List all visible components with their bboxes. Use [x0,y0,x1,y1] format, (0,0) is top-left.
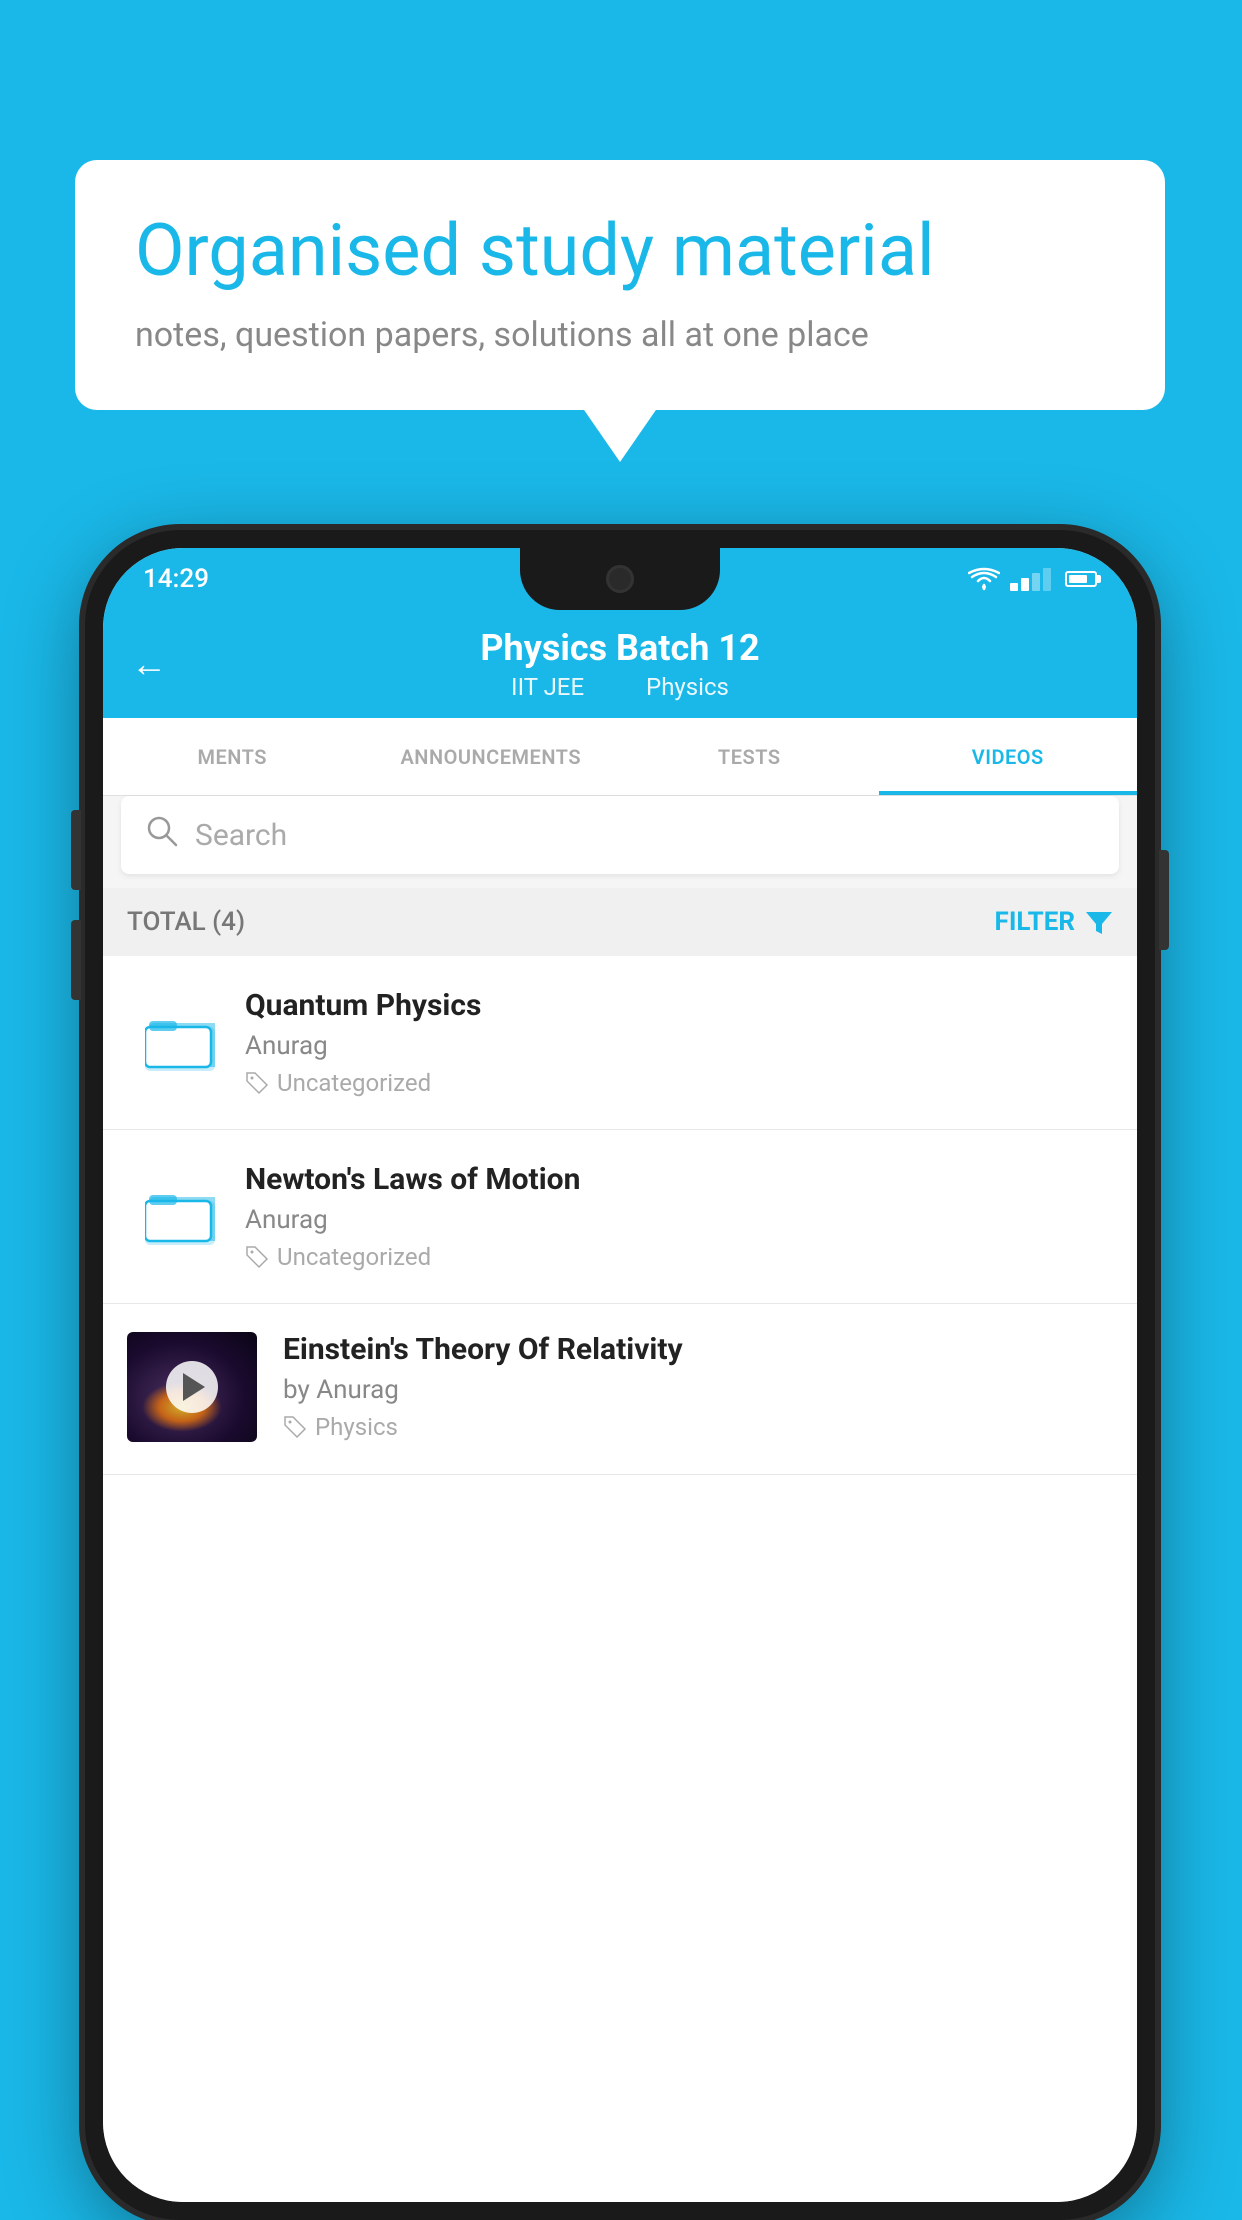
signal-bars [1010,568,1051,591]
video-item-1[interactable]: Quantum Physics Anurag Uncategorized [103,956,1137,1130]
wifi-icon [968,567,1000,591]
back-button[interactable]: ← [131,643,167,685]
tag-icon-2 [245,1245,269,1269]
folder-icon-1 [141,1004,219,1082]
folder-icon-2 [141,1178,219,1256]
video-tag-1: Uncategorized [245,1069,1113,1097]
video-info-1: Quantum Physics Anurag Uncategorized [245,988,1113,1097]
play-button-3[interactable] [166,1361,218,1413]
camera [606,565,634,593]
tab-bar: MENTS ANNOUNCEMENTS TESTS VIDEOS [103,718,1137,796]
app-header: ← Physics Batch 12 IIT JEE Physics [103,610,1137,718]
tag-icon-3 [283,1415,307,1439]
notch [520,548,720,610]
video-title-2: Newton's Laws of Motion [245,1162,1113,1197]
video-item-3[interactable]: Einstein's Theory Of Relativity by Anura… [103,1304,1137,1475]
bubble-subtitle: notes, question papers, solutions all at… [135,315,1105,355]
status-time: 14:29 [143,564,209,594]
video-author-2: Anurag [245,1205,1113,1235]
video-title-3: Einstein's Theory Of Relativity [283,1332,1113,1367]
video-info-2: Newton's Laws of Motion Anurag Uncategor… [245,1162,1113,1271]
subtitle-physics: Physics [646,673,729,701]
power-button [1159,850,1169,950]
speech-bubble: Organised study material notes, question… [75,160,1165,410]
status-icons [968,567,1097,591]
volume-up-button [71,810,81,890]
video-thumbnail-3 [127,1332,257,1442]
search-bar[interactable]: Search [121,796,1119,874]
battery-icon [1065,571,1097,587]
video-author-3: by Anurag [283,1375,1113,1405]
video-tag-2: Uncategorized [245,1243,1113,1271]
video-title-1: Quantum Physics [245,988,1113,1023]
search-icon [145,814,179,857]
header-title: Physics Batch 12 [480,627,759,669]
tab-videos[interactable]: VIDEOS [879,718,1138,795]
total-count: TOTAL (4) [127,907,245,937]
phone-frame: 14:29 [85,530,1155,2220]
bubble-title: Organised study material [135,210,1105,293]
subtitle-iit: IIT JEE [511,673,584,701]
filter-icon [1085,908,1113,936]
video-info-3: Einstein's Theory Of Relativity by Anura… [283,1332,1113,1441]
tab-announcements[interactable]: ANNOUNCEMENTS [362,718,621,795]
filter-label: FILTER [995,907,1075,937]
header-subtitle: IIT JEE Physics [497,673,743,701]
filter-button[interactable]: FILTER [995,907,1113,937]
tag-icon-1 [245,1071,269,1095]
tab-ments[interactable]: MENTS [103,718,362,795]
filter-bar: TOTAL (4) FILTER [103,888,1137,956]
tab-tests[interactable]: TESTS [620,718,879,795]
volume-down-button [71,920,81,1000]
video-item-2[interactable]: Newton's Laws of Motion Anurag Uncategor… [103,1130,1137,1304]
phone-screen: 14:29 [103,548,1137,2202]
video-tag-3: Physics [283,1413,1113,1441]
video-author-1: Anurag [245,1031,1113,1061]
content-area: Quantum Physics Anurag Uncategorized [103,956,1137,2202]
search-input[interactable]: Search [195,818,287,853]
